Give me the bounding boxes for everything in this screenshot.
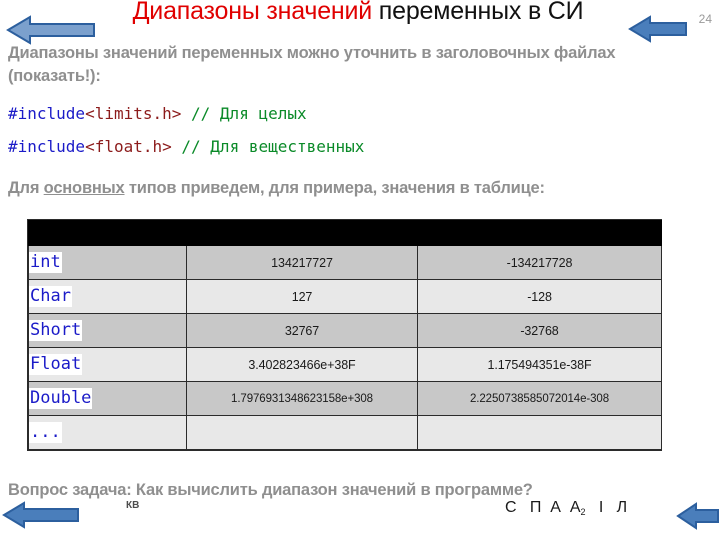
table-cell-min: -134217728 <box>417 245 662 280</box>
page-number: 24 <box>698 12 712 26</box>
code-line-float: #include<float.h> // Для вещественных <box>8 137 364 157</box>
table-row: Char 127 -128 <box>28 279 662 314</box>
table-cell-max: 1.7976931348623158e+308 <box>186 381 418 416</box>
table-header-cell-type <box>28 220 187 246</box>
table-header-row <box>28 220 662 246</box>
table-row: Short 32767 -32768 <box>28 313 662 348</box>
table-cell-type: Float <box>28 347 187 382</box>
paragraph-types: Для основных типов приведем, для примера… <box>8 177 656 200</box>
table-cell-max <box>186 415 418 450</box>
arrow-bottom-right-icon[interactable] <box>676 501 720 531</box>
code-comment: // Для целых <box>181 104 307 123</box>
slide-title: Диапазоны значений переменных в СИ <box>78 0 638 26</box>
table-row: int 134217727 -134217728 <box>28 245 662 280</box>
table-cell-type: ... <box>28 415 187 450</box>
title-rest: переменных в СИ <box>372 0 584 25</box>
arrow-bottom-left-icon[interactable] <box>2 500 80 530</box>
footer-letters-subscript: 2 <box>580 507 586 517</box>
type-name: int <box>29 252 62 273</box>
table-row: Double 1.7976931348623158e+308 2.2250738… <box>28 381 662 416</box>
footer-letters: С П А А2 І Л <box>505 499 627 517</box>
table-cell-min: -128 <box>417 279 662 314</box>
table-cell-type: Double <box>28 381 187 416</box>
code-keyword: #include <box>8 104 86 123</box>
code-comment: // Для вещественных <box>171 137 365 156</box>
table-cell-type: Char <box>28 279 187 314</box>
ranges-table: int 134217727 -134217728 Char 127 -128 S… <box>28 220 662 450</box>
code-keyword: #include <box>8 137 86 156</box>
type-name: Short <box>29 320 83 341</box>
watermark-label: КВ <box>126 500 140 511</box>
table-row: ... <box>28 415 662 450</box>
type-name: Char <box>29 286 72 307</box>
table-row: Float 3.402823466e+38F 1.175494351e-38F <box>28 347 662 382</box>
table-cell-type: Short <box>28 313 187 348</box>
table-cell-max: 32767 <box>186 313 418 348</box>
footer-letters-tail: І Л <box>585 499 628 516</box>
footer-letters-main: С П А А <box>505 499 581 516</box>
table-cell-max: 127 <box>186 279 418 314</box>
paragraph-types-underlined: основных <box>43 179 125 197</box>
table-header-cell-max <box>186 220 418 246</box>
code-header-name: <limits.h> <box>85 104 182 123</box>
type-name: ... <box>29 422 62 443</box>
code-header-name: <float.h> <box>85 137 172 156</box>
table-body: int 134217727 -134217728 Char 127 -128 S… <box>28 245 662 450</box>
table-cell-min: 1.175494351e-38F <box>417 347 662 382</box>
table-cell-type: int <box>28 245 187 280</box>
paragraph-types-after: типов приведем, для примера, значения в … <box>124 179 545 197</box>
type-name: Float <box>29 354 83 375</box>
ranges-table-wrap: int 134217727 -134217728 Char 127 -128 S… <box>27 219 662 451</box>
table-header-cell-min <box>417 220 662 246</box>
slide-canvas: 24 Диапазоны значений переменных в СИ Ди… <box>0 0 720 540</box>
paragraph-intro: Диапазоны значений переменных можно уточ… <box>8 44 616 85</box>
table-cell-min <box>417 415 662 450</box>
table-cell-max: 3.402823466e+38F <box>186 347 418 382</box>
paragraph-types-before: Для <box>8 179 44 197</box>
code-line-limits: #include<limits.h> // Для целых <box>8 104 307 124</box>
table-cell-min: -32768 <box>417 313 662 348</box>
table-cell-max: 134217727 <box>186 245 418 280</box>
title-highlight: Диапазоны значений <box>132 0 373 25</box>
table-cell-min: 2.2250738585072014e-308 <box>417 381 662 416</box>
type-name: Double <box>29 388 93 409</box>
